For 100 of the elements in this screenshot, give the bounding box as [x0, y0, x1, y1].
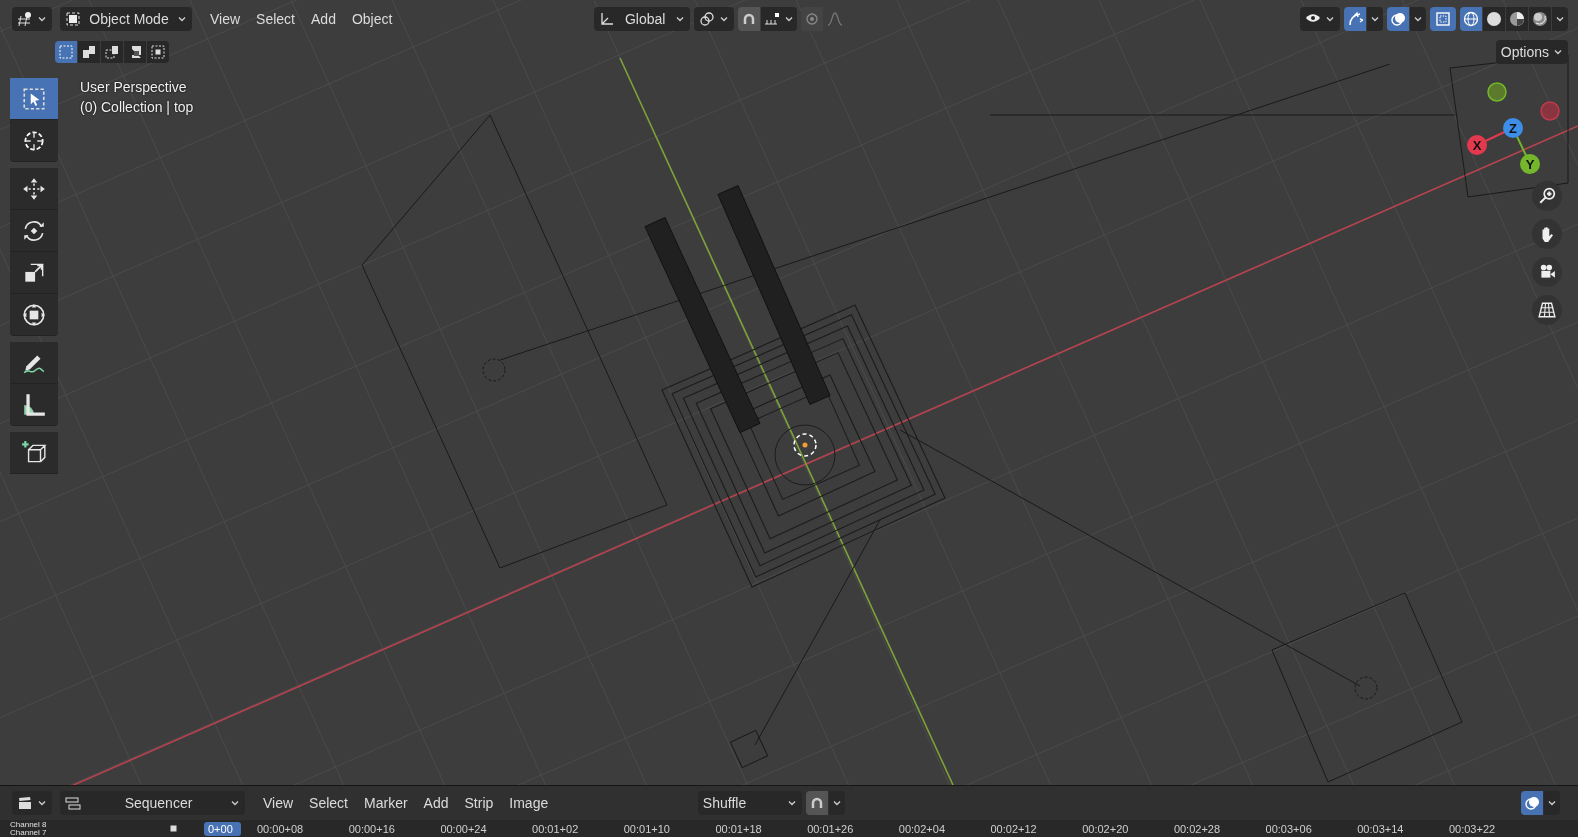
falloff-curve-icon [827, 10, 844, 27]
visibility-dropdown[interactable] [1300, 6, 1340, 31]
object-mode-icon [65, 10, 81, 27]
timecode-label: 00:01+10 [623, 822, 671, 835]
grid-icon [1538, 301, 1556, 319]
axis-handle[interactable]: X [1467, 135, 1487, 155]
timecode-label: 00:00+16 [348, 822, 396, 835]
viewport-info-text: User Perspective [80, 79, 188, 95]
sequencer-view-dropdown[interactable]: Sequencer [60, 791, 245, 815]
channel-label: Channel 7 [10, 828, 48, 837]
menu-item[interactable]: Select [301, 795, 356, 811]
menu-item[interactable]: Select [248, 10, 303, 27]
menu-item[interactable]: Add [303, 10, 344, 27]
current-frame-indicator[interactable]: 0+00 [204, 821, 241, 836]
zoom-button[interactable] [1532, 181, 1562, 211]
caret-icon [1547, 798, 1557, 808]
menu-item[interactable]: View [202, 10, 249, 27]
tool-button[interactable] [10, 78, 58, 120]
sequencer-icon [65, 795, 81, 811]
overlay-icon [1390, 10, 1406, 27]
tool-button[interactable] [10, 120, 58, 162]
clapperboard-icon [17, 795, 33, 811]
tool-button[interactable] [10, 432, 58, 474]
select-mode-button[interactable] [101, 41, 123, 63]
menu-item[interactable]: Marker [356, 795, 416, 811]
viewport-info-text: (0) Collection | top [80, 99, 194, 115]
mode-dropdown[interactable]: Object Mode [60, 6, 192, 31]
menu-item[interactable]: Add [415, 795, 457, 811]
shading-dropdown[interactable] [1552, 6, 1568, 31]
select-mode-button[interactable] [124, 41, 146, 63]
overlay-dropdown[interactable] [1544, 791, 1560, 815]
overlays-toggle[interactable] [1387, 6, 1409, 31]
shading-button[interactable] [1506, 6, 1528, 31]
shading-button[interactable] [1529, 6, 1551, 31]
timecode-label: 00:01+18 [715, 822, 763, 835]
gizmo-icon [1347, 10, 1363, 27]
axis-handle[interactable]: Y [1520, 154, 1540, 174]
camera-view-button[interactable] [1532, 257, 1562, 287]
select-intersect-icon [150, 44, 166, 60]
proportional-edit-button[interactable] [801, 6, 824, 31]
axis-handle[interactable]: Z [1503, 118, 1523, 138]
caret-icon [786, 798, 797, 808]
caret-icon [230, 798, 240, 808]
perspective-toggle-button[interactable] [1532, 295, 1562, 325]
overlay-dropdown[interactable] [1410, 6, 1426, 31]
timecode-label: 00:02+20 [1082, 822, 1130, 835]
pivot-dropdown[interactable] [694, 6, 735, 31]
caret-icon [37, 798, 47, 808]
menu-item[interactable]: Image [501, 795, 557, 811]
tool-button[interactable] [10, 384, 58, 426]
menu-item[interactable]: View [255, 795, 302, 811]
material-sphere-icon [1509, 10, 1525, 27]
pan-button[interactable] [1532, 219, 1562, 249]
orientation-dropdown[interactable]: Global [594, 6, 691, 31]
select-subtract-icon [104, 44, 120, 60]
select-extend-icon [81, 44, 97, 60]
gizmo-dropdown[interactable] [1367, 6, 1383, 31]
gizmos-toggle[interactable] [1344, 6, 1366, 31]
snap-dropdown[interactable] [828, 791, 845, 815]
xray-toggle[interactable] [1430, 6, 1456, 31]
overlap-mode-dropdown[interactable]: Shuffle [697, 791, 802, 815]
timecode-label: 00:03+14 [1357, 822, 1405, 835]
xray-icon [1435, 10, 1451, 27]
proportional-icon [804, 10, 821, 27]
select-mode-button[interactable] [78, 41, 100, 63]
select-mode-button[interactable] [147, 41, 169, 63]
tool-button[interactable] [10, 252, 58, 294]
orientation-icon [599, 10, 616, 27]
menu-item[interactable]: Strip [456, 795, 502, 811]
timecode-label: 00:02+04 [898, 822, 946, 835]
camera-icon [1538, 263, 1556, 281]
overlays-toggle[interactable] [1521, 791, 1543, 815]
3d-cursor-marker [793, 433, 817, 457]
options-dropdown[interactable]: Options [1495, 40, 1568, 64]
tool-button[interactable] [10, 342, 58, 384]
editor-type-button[interactable] [12, 6, 52, 31]
overlay-icon [1524, 795, 1540, 811]
light-marker [1354, 676, 1378, 700]
timecode-label: 00:01+26 [807, 822, 855, 835]
timecode-label: 00:03+22 [1448, 822, 1497, 835]
snap-button[interactable] [738, 6, 761, 31]
select-new-icon [58, 44, 74, 60]
select-box-icon [21, 85, 47, 112]
channel-label: Channel 8 [10, 820, 48, 829]
tool-button[interactable] [10, 210, 58, 252]
tool-button[interactable] [10, 168, 58, 210]
shading-button[interactable] [1483, 6, 1505, 31]
shading-button[interactable] [1460, 6, 1482, 31]
tool-button[interactable] [10, 294, 58, 336]
snap-button[interactable] [805, 791, 828, 815]
rendered-sphere-icon [1532, 10, 1548, 27]
transform-icon [21, 301, 47, 328]
wireframe-sphere-icon [1463, 10, 1479, 27]
menu-item[interactable]: Object [343, 10, 401, 27]
snap-target-dropdown[interactable] [761, 6, 798, 31]
negative-x-axis-handle[interactable] [1540, 101, 1560, 121]
solid-sphere-icon [1486, 10, 1502, 27]
caret-icon [1553, 47, 1563, 57]
editor-type-button[interactable] [12, 791, 52, 815]
negative-y-axis-handle[interactable] [1487, 82, 1507, 102]
